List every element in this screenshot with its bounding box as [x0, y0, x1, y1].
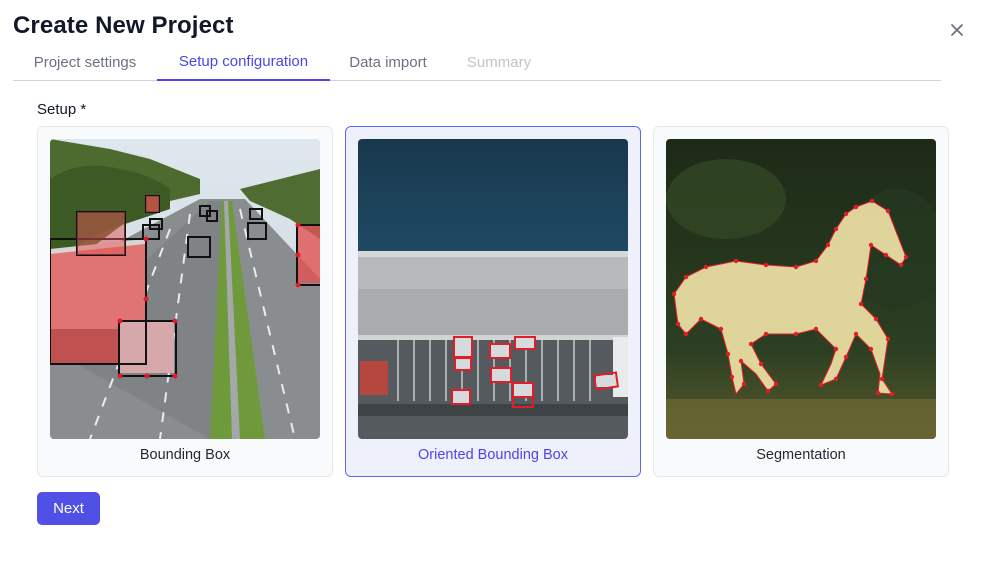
- tab-bar: Project settings Setup configuration Dat…: [13, 44, 941, 81]
- option-segmentation[interactable]: Segmentation: [653, 126, 949, 477]
- tab-summary: Summary: [466, 54, 532, 71]
- option-label: Oriented Bounding Box: [418, 447, 568, 463]
- bounding-box-image: [50, 139, 320, 439]
- close-icon[interactable]: [946, 19, 968, 41]
- tab-data-import[interactable]: Data import: [330, 44, 446, 81]
- next-button[interactable]: Next: [37, 492, 100, 525]
- segmentation-image: [666, 139, 936, 439]
- oriented-bounding-box-image: [358, 139, 628, 439]
- dialog-title: Create New Project: [13, 12, 234, 39]
- tab-project-settings[interactable]: Project settings: [13, 44, 157, 81]
- option-label: Segmentation: [756, 447, 846, 463]
- option-oriented-bounding-box[interactable]: Oriented Bounding Box: [345, 126, 641, 477]
- option-label: Bounding Box: [139, 447, 231, 463]
- option-bounding-box[interactable]: Bounding Box: [37, 126, 333, 477]
- setup-label: Setup *: [37, 101, 87, 118]
- tab-setup-configuration[interactable]: Setup configuration: [157, 44, 330, 81]
